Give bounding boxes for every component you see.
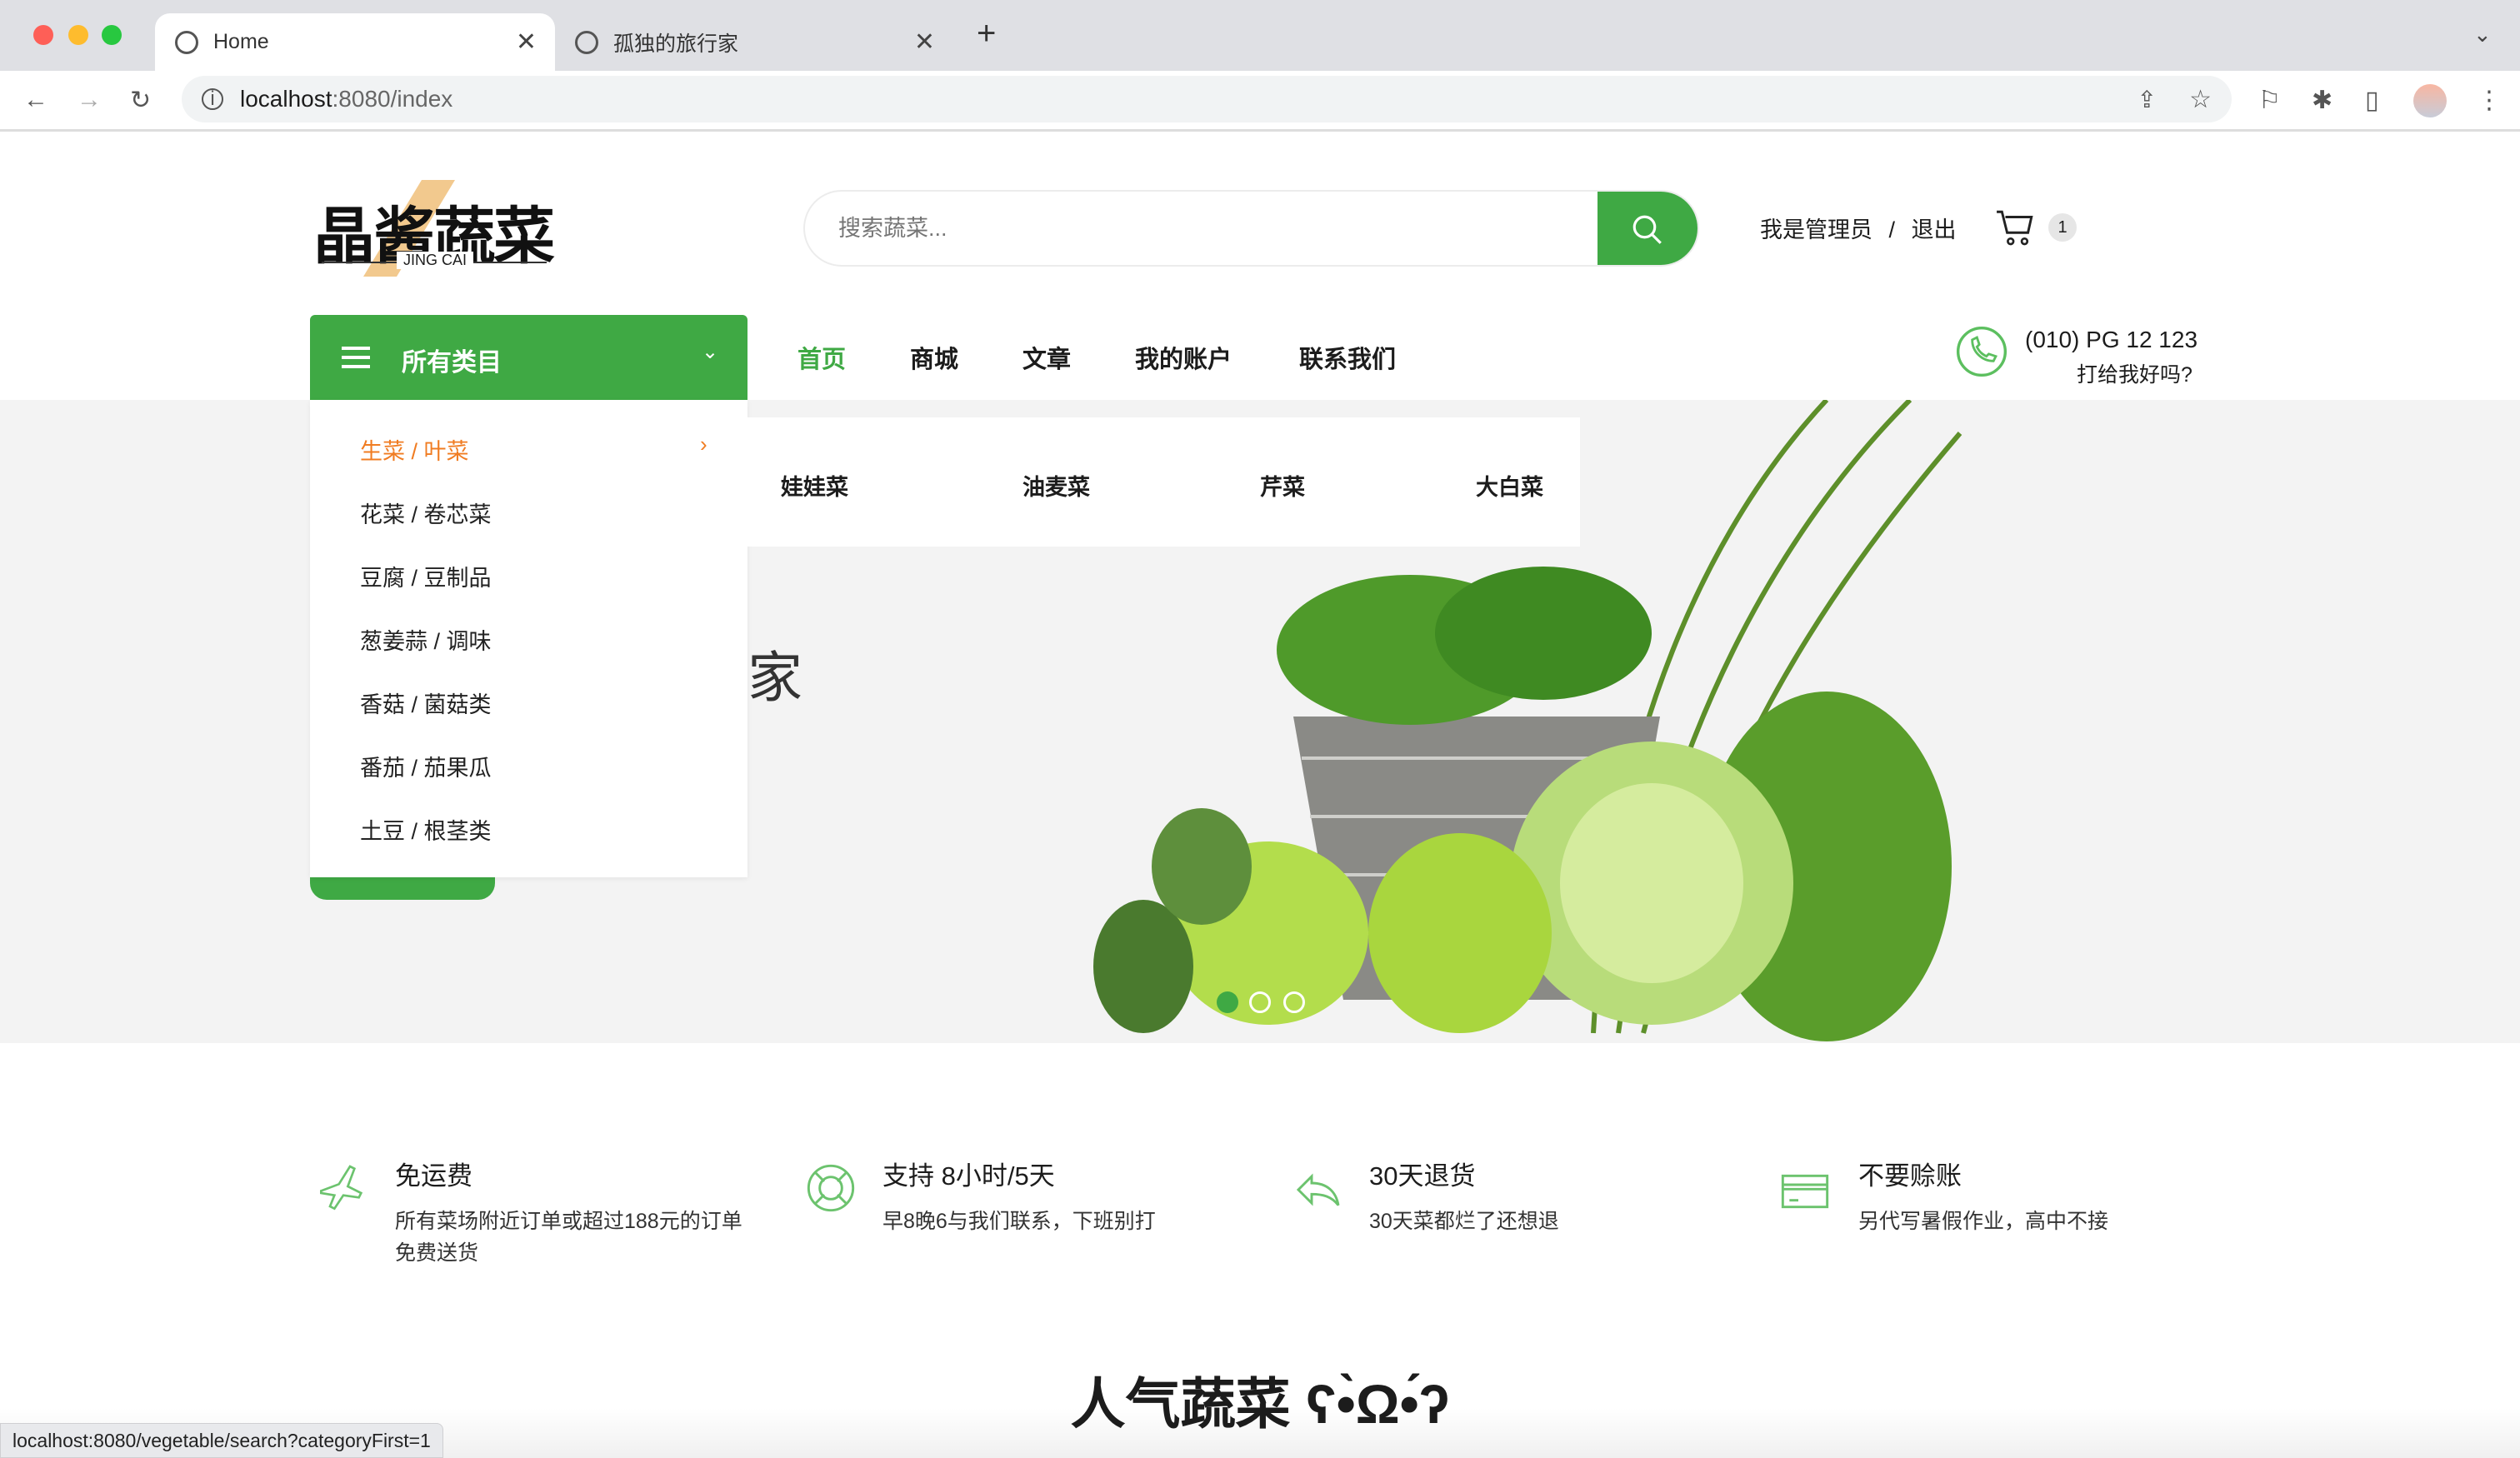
feature-no-credit: 不要赊账 另代写暑假作业，高中不接 [1858,1161,2109,1233]
nav-home[interactable]: 首页 [798,340,846,375]
all-categories-toggle[interactable]: 所有类目 ⌄ [310,315,748,400]
feature-free-shipping: 免运费 所有菜场附近订单或超过188元的订单免费送货 [395,1161,742,1265]
category-item[interactable]: 生菜 / 叶菜 [360,433,469,466]
subcategory-item[interactable]: 芹菜 [1260,469,1305,502]
nav-articles[interactable]: 文章 [1022,340,1071,375]
search-icon [1632,215,1662,244]
status-bar-url: localhost:8080/vegetable/search?category… [0,1423,443,1458]
forward-icon[interactable]: → [77,86,102,114]
maximize-window-button[interactable] [102,25,122,45]
lifebuoy-icon [807,1164,855,1212]
category-item[interactable]: 葱姜蒜 / 调味 [360,623,492,656]
slide-dot-1[interactable] [1217,991,1238,1013]
cart-count-badge: 1 [2048,213,2077,242]
subcategory-item[interactable]: 大白菜 [1476,469,1543,502]
phone-caption: 打给我好吗? [2077,363,2192,387]
profile-avatar[interactable] [2413,84,2447,117]
hamburger-icon [342,347,370,368]
feature-support: 支持 8小时/5天 早8晚6与我们联系，下班别打 [882,1161,1156,1233]
reload-icon[interactable]: ↻ [130,86,151,115]
admin-link[interactable]: 我是管理员 [1760,217,1872,242]
phone-icon [1956,326,2008,377]
search-button[interactable] [1598,192,1698,265]
search-input[interactable] [805,192,1555,265]
site-logo[interactable]: 晶酱蔬菜 JING CAI [313,180,555,277]
return-icon [1296,1173,1340,1206]
bookmarks-icon[interactable]: ⚐ [2258,86,2281,115]
address-toolbar: ← → ↻ i localhost:8080/index ⇪ ☆ ⚐ ✱ ▯ ⋮ [0,71,2520,132]
share-icon[interactable]: ⇪ [2138,86,2157,113]
category-item[interactable]: 豆腐 / 豆制品 [360,560,492,592]
category-item[interactable]: 番茄 / 茄果瓜 [360,750,492,782]
nav-contact[interactable]: 联系我们 [1299,340,1396,375]
minimize-window-button[interactable] [68,25,88,45]
logout-link[interactable]: 退出 [1912,217,1957,242]
phone-number: (010) PG 12 123 [2025,327,2198,352]
tab-traveler[interactable]: 孤独的旅行家 ✕ [555,13,953,71]
address-bar[interactable]: i localhost:8080/index ⇪ ☆ [182,76,2232,122]
plane-icon [320,1165,363,1211]
close-tab-icon[interactable]: ✕ [516,27,537,57]
chevron-down-icon: ⌄ [702,341,719,363]
category-item[interactable]: 土豆 / 根茎类 [360,813,492,846]
slide-dot-2[interactable] [1249,991,1271,1013]
tab-list-chevron-icon[interactable]: ⌄ [2473,22,2492,47]
globe-icon [175,30,198,54]
tab-home[interactable]: Home ✕ [155,13,555,71]
feature-returns: 30天退货 30天菜都烂了还想退 [1369,1161,1559,1233]
menu-kebab-icon[interactable]: ⋮ [2477,86,2502,115]
nav-shop[interactable]: 商城 [910,340,958,375]
subcategory-panel: 娃娃菜 油麦菜 芹菜 大白菜 [748,417,1580,547]
category-dropdown: 生菜 / 叶菜 › 花菜 / 卷芯菜 豆腐 / 豆制品 葱姜蒜 / 调味 香菇 … [310,400,748,877]
chevron-right-icon: › [700,432,708,457]
nav-account[interactable]: 我的账户 [1135,340,1232,375]
bookmark-star-icon[interactable]: ☆ [2189,85,2212,114]
back-icon[interactable]: ← [23,86,48,114]
extensions-icon[interactable]: ✱ [2312,86,2332,115]
slide-dot-3[interactable] [1283,991,1305,1013]
subcategory-item[interactable]: 娃娃菜 [781,469,848,502]
subcategory-item[interactable]: 油麦菜 [1022,469,1090,502]
side-panel-icon[interactable]: ▯ [2365,86,2379,115]
globe-icon [575,30,598,54]
browser-tab-bar: Home ✕ 孤独的旅行家 ✕ + ⌄ [0,0,2520,71]
credit-card-icon [1781,1174,1829,1209]
category-item[interactable]: 花菜 / 卷芯菜 [360,497,492,529]
info-icon[interactable]: i [202,87,223,110]
cart-icon [1997,210,2033,246]
close-window-button[interactable] [33,25,53,45]
new-tab-button[interactable]: + [977,15,996,52]
category-item[interactable]: 香菇 / 菌菇类 [360,687,492,719]
search-box [803,190,1699,267]
close-tab-icon[interactable]: ✕ [914,27,935,57]
cart-button[interactable]: 1 [1995,207,2077,252]
user-links: 我是管理员 / 退出 [1760,217,1957,242]
